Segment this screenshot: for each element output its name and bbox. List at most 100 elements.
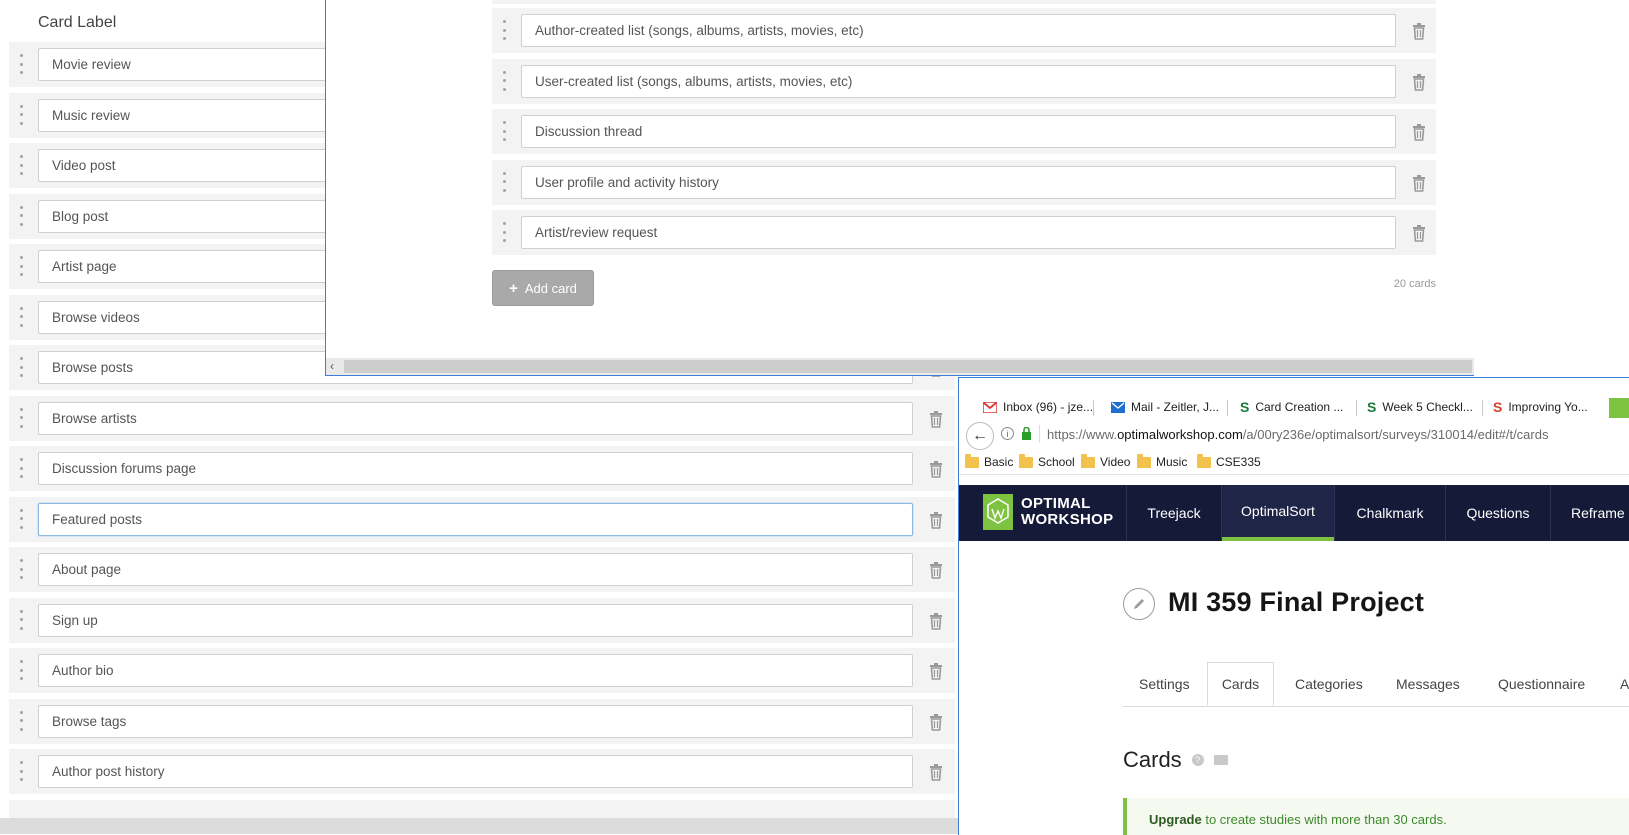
folder-icon xyxy=(965,453,979,468)
trash-icon[interactable] xyxy=(928,511,944,529)
url-text[interactable]: https://www.optimalworkshop.com/a/00ry23… xyxy=(1047,427,1548,442)
drag-handle-icon[interactable] xyxy=(19,155,23,175)
drag-handle-icon[interactable] xyxy=(19,407,23,428)
trash-icon[interactable] xyxy=(928,713,944,731)
nav-chalkmark[interactable]: Chalkmark xyxy=(1335,485,1445,541)
card-editor-window: + Add card 20 cards ‹ xyxy=(325,0,1474,376)
trash-icon[interactable] xyxy=(928,410,944,428)
trash-icon[interactable] xyxy=(1411,224,1427,242)
card-label-input[interactable] xyxy=(38,704,913,738)
card-label-input[interactable] xyxy=(521,14,1396,47)
drag-handle-icon[interactable] xyxy=(502,20,506,40)
trash-icon[interactable] xyxy=(928,612,944,630)
plus-icon: + xyxy=(509,279,518,297)
card-label-input[interactable] xyxy=(521,64,1396,98)
s-doc-icon: S xyxy=(1240,399,1250,415)
tab-questionnaire[interactable]: Questionnaire xyxy=(1498,662,1585,706)
study-subtabs: Settings Cards Categories Messages Quest… xyxy=(1123,662,1629,707)
drag-handle-icon[interactable] xyxy=(19,761,23,781)
drag-handle-icon[interactable] xyxy=(502,222,506,242)
info-icon[interactable]: i xyxy=(1001,427,1014,440)
drag-handle-icon[interactable] xyxy=(19,458,23,478)
bookmark-folder[interactable]: Music xyxy=(1137,453,1187,469)
card-label-input[interactable] xyxy=(38,603,913,637)
card-row xyxy=(9,698,955,744)
nav-optimalsort[interactable]: OptimalSort xyxy=(1222,485,1334,541)
card-label-input[interactable] xyxy=(38,553,913,586)
browser-tab[interactable]: S Card Creation ... xyxy=(1240,396,1343,418)
trash-icon[interactable] xyxy=(1411,123,1427,141)
card-label-input[interactable] xyxy=(38,452,913,485)
trash-icon[interactable] xyxy=(1411,174,1427,192)
trash-icon[interactable] xyxy=(928,763,944,781)
drag-handle-icon[interactable] xyxy=(19,306,23,327)
tab-cards[interactable]: Cards xyxy=(1207,662,1274,706)
video-icon[interactable] xyxy=(1213,755,1228,765)
trash-icon[interactable] xyxy=(928,561,944,579)
browser-tab[interactable]: Mail - Zeitler, J... xyxy=(1111,396,1219,418)
trash-icon[interactable] xyxy=(928,662,944,680)
browser-tab[interactable]: Inbox (96) - jze... xyxy=(983,396,1093,418)
bookmark-folder[interactable]: Basic xyxy=(965,453,1013,469)
drag-handle-icon[interactable] xyxy=(19,205,23,226)
partial-tab-icon[interactable] xyxy=(1609,398,1629,418)
folder-icon xyxy=(1197,453,1211,468)
upgrade-link[interactable]: Upgrade xyxy=(1149,812,1202,827)
drag-handle-icon[interactable] xyxy=(19,660,23,680)
tab-categories[interactable]: Categories xyxy=(1295,662,1363,706)
browser-tab[interactable]: S Week 5 Checkl... xyxy=(1367,396,1473,418)
bookmark-folder[interactable]: Video xyxy=(1081,453,1130,469)
drag-handle-icon[interactable] xyxy=(19,54,23,74)
s-red-icon: S xyxy=(1493,399,1503,415)
card-row xyxy=(492,109,1436,154)
optimal-workshop-logo[interactable]: OPTIMAL WORKSHOP xyxy=(983,494,1113,530)
drag-handle-icon[interactable] xyxy=(19,357,23,377)
gmail-icon xyxy=(983,401,997,413)
trash-icon[interactable] xyxy=(1411,73,1427,91)
tab-messages[interactable]: Messages xyxy=(1396,662,1460,706)
bookmarks-bar: Basic School Video Music CSE335 xyxy=(959,450,1629,475)
card-label-input[interactable] xyxy=(521,165,1396,199)
scroll-left-arrow-icon[interactable]: ‹ xyxy=(330,359,334,373)
browser-tab[interactable]: S Improving Yo... xyxy=(1493,396,1588,418)
mail-icon xyxy=(1111,401,1125,413)
add-card-button[interactable]: + Add card xyxy=(492,270,594,306)
drag-handle-icon[interactable] xyxy=(19,256,23,276)
card-label-input[interactable] xyxy=(38,755,913,788)
tab-settings[interactable]: Settings xyxy=(1139,662,1190,706)
back-arrow-icon[interactable]: ← xyxy=(966,422,994,450)
horizontal-scrollbar[interactable] xyxy=(0,818,958,834)
trash-icon[interactable] xyxy=(928,460,944,478)
drag-handle-icon[interactable] xyxy=(19,104,23,125)
drag-handle-icon[interactable] xyxy=(19,609,23,630)
drag-handle-icon[interactable] xyxy=(19,559,23,579)
scrollbar-thumb[interactable] xyxy=(344,360,1472,373)
nav-questions[interactable]: Questions xyxy=(1446,485,1550,541)
project-title: MI 359 Final Project xyxy=(1168,587,1425,617)
drag-handle-icon[interactable] xyxy=(502,70,506,91)
card-label-input[interactable] xyxy=(521,115,1396,148)
upgrade-banner: Upgrade to create studies with more than… xyxy=(1123,798,1629,835)
drag-handle-icon[interactable] xyxy=(502,171,506,192)
drag-handle-icon[interactable] xyxy=(502,121,506,141)
card-label-input[interactable] xyxy=(38,654,913,687)
browser-tab-strip: Inbox (96) - jze... Mail - Zeitler, J...… xyxy=(959,378,1629,418)
bookmark-folder[interactable]: CSE335 xyxy=(1197,453,1261,469)
drag-handle-icon[interactable] xyxy=(19,508,23,529)
card-label-input[interactable] xyxy=(38,401,913,435)
card-label-input[interactable] xyxy=(38,502,913,536)
help-icon[interactable]: ? xyxy=(1191,754,1204,766)
edit-pencil-icon[interactable] xyxy=(1123,588,1155,620)
card-row xyxy=(9,648,955,693)
trash-icon[interactable] xyxy=(1411,22,1427,40)
address-bar[interactable]: ← i https://www.optimalworkshop.com/a/00… xyxy=(959,419,1629,450)
tab-partial[interactable]: A xyxy=(1620,662,1629,706)
lock-icon xyxy=(1022,427,1031,440)
card-row xyxy=(492,210,1436,255)
nav-reframer[interactable]: Reframe xyxy=(1551,485,1629,541)
card-label-input[interactable] xyxy=(521,216,1396,249)
horizontal-scrollbar[interactable]: ‹ xyxy=(326,358,1474,375)
bookmark-folder[interactable]: School xyxy=(1019,453,1075,469)
nav-treejack[interactable]: Treejack xyxy=(1127,485,1221,541)
drag-handle-icon[interactable] xyxy=(19,710,23,731)
